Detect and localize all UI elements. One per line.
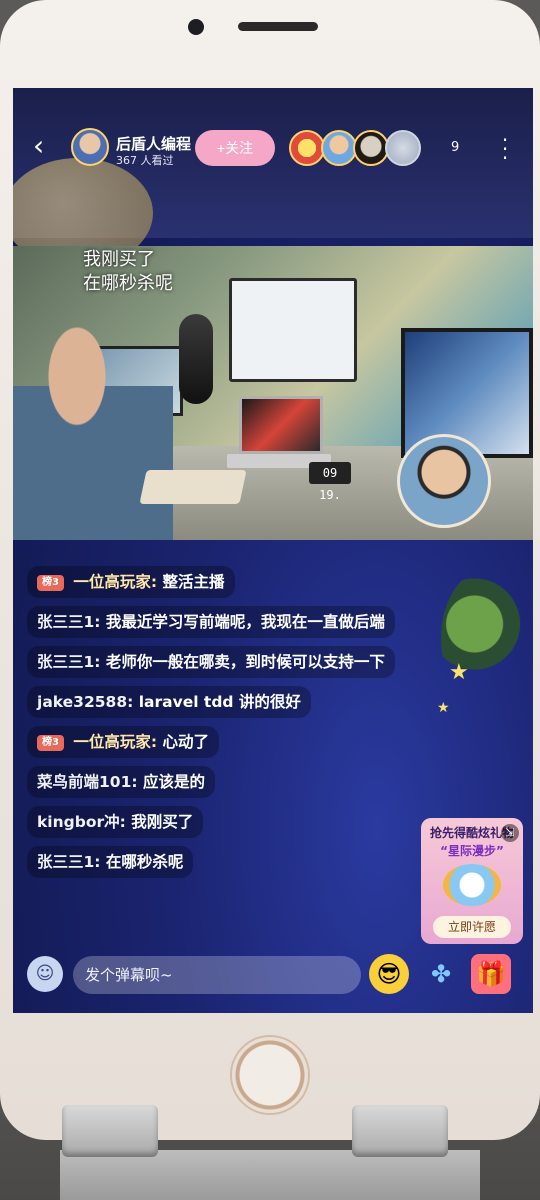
chat-text: 整活主播 <box>162 573 225 591</box>
chat-bubble: 榜3 一位高玩家: 心动了 <box>27 726 219 758</box>
fan-icon[interactable]: ✤ <box>421 954 461 994</box>
video-stream[interactable]: 09 19. 我刚买了 在哪秒杀呢 <box>13 246 533 540</box>
danmu-input[interactable] <box>73 956 361 994</box>
chat-text: 我刚买了 <box>131 813 194 831</box>
chat-username[interactable]: 张三三1: <box>37 853 100 871</box>
video-clock: 09 19. <box>309 462 351 502</box>
video-microphone <box>179 314 213 404</box>
live-stream-screen: ‹ 后盾人编程 367 人看过 +关注 9 · · · 09 19. 我刚买了 在哪… <box>13 88 533 1013</box>
star-decoration: ★ <box>449 660 469 685</box>
viewer-avatar[interactable] <box>289 130 325 166</box>
chat-text: 老师你一般在哪卖，到时候可以支持一下 <box>105 653 385 671</box>
chat-text: 应该是的 <box>142 773 205 791</box>
chat-username[interactable]: 张三三1: <box>37 613 100 631</box>
video-monitor-right <box>401 328 533 458</box>
video-monitor-main <box>229 278 357 382</box>
chat-bubble: 张三三1: 老师你一般在哪卖，到时候可以支持一下 <box>27 646 395 678</box>
chat-bubble: jake32588: laravel tdd 讲的很好 <box>27 686 311 718</box>
chat-list: 榜3 一位高玩家: 整活主播 张三三1: 我最近学习写前端呢，我现在一直做后端 … <box>27 566 423 886</box>
sunglasses-emoji-icon[interactable]: 😎 <box>369 954 409 994</box>
bottom-bar: ☺ 😎 ✤ 🎁 <box>13 948 533 1013</box>
follow-button[interactable]: +关注 <box>195 130 275 166</box>
host-viewer-count: 367 人看过 <box>116 154 174 167</box>
chat-message: jake32588: laravel tdd 讲的很好 <box>27 686 423 718</box>
rank-badge: 榜3 <box>37 575 64 591</box>
promo-card[interactable]: 抢先得酷炫礼物 “星际漫步” 立即许愿 ⇲ <box>421 818 523 944</box>
emoji-icon[interactable]: ☺ <box>27 956 63 992</box>
chat-message: kingbor冲: 我刚买了 <box>27 806 423 838</box>
phone-stand-base <box>60 1150 480 1200</box>
chat-message: 张三三1: 我最近学习写前端呢，我现在一直做后端 <box>27 606 423 638</box>
chat-message: 菜鸟前端101: 应该是的 <box>27 766 423 798</box>
host-name[interactable]: 后盾人编程 <box>116 133 191 154</box>
chat-message: 榜3 一位高玩家: 心动了 <box>27 726 423 758</box>
chat-bubble: 菜鸟前端101: 应该是的 <box>27 766 215 798</box>
chat-bubble: 张三三1: 在哪秒杀呢 <box>27 846 194 878</box>
gift-icon[interactable]: 🎁 <box>471 954 511 994</box>
planet-decoration <box>441 568 533 708</box>
viewer-avatar[interactable] <box>385 130 421 166</box>
video-laptop <box>239 396 323 454</box>
chat-username[interactable]: jake32588: <box>37 693 133 711</box>
phone-stand-clip <box>352 1105 448 1157</box>
chat-message: 榜3 一位高玩家: 整活主播 <box>27 566 423 598</box>
video-streamer <box>13 306 173 540</box>
more-vertical-icon[interactable]: · · · <box>501 130 509 168</box>
video-caption-line: 我刚买了 <box>83 249 155 270</box>
chat-username[interactable]: kingbor冲: <box>37 813 126 831</box>
chat-text: laravel tdd 讲的很好 <box>138 693 301 711</box>
chat-bubble: 榜3 一位高玩家: 整活主播 <box>27 566 235 598</box>
viewer-avatar[interactable] <box>353 130 389 166</box>
video-caption: 我刚买了 在哪秒杀呢 <box>83 248 173 296</box>
chat-text: 我最近学习写前端呢，我现在一直做后端 <box>105 613 385 631</box>
chat-message: 张三三1: 在哪秒杀呢 <box>27 846 423 878</box>
star-decoration: ★ <box>437 700 450 716</box>
chat-username[interactable]: 张三三1: <box>37 653 100 671</box>
promo-astronaut-icon <box>443 864 501 906</box>
make-wish-button[interactable]: 立即许愿 <box>433 916 511 938</box>
back-arrow-icon[interactable]: ‹ <box>33 132 57 160</box>
viewer-avatar[interactable] <box>321 130 357 166</box>
chat-bubble: kingbor冲: 我刚买了 <box>27 806 204 838</box>
host-avatar[interactable] <box>71 128 109 166</box>
chat-username[interactable]: 一位高玩家: <box>73 573 157 591</box>
picture-in-picture-camera[interactable] <box>397 434 491 528</box>
phone-frame: ‹ 后盾人编程 367 人看过 +关注 9 · · · 09 19. 我刚买了 在哪… <box>0 0 540 1140</box>
home-button[interactable] <box>230 1035 310 1115</box>
earpiece <box>238 22 318 31</box>
video-keyboard <box>139 470 247 504</box>
online-viewer-count[interactable]: 9 <box>451 140 459 155</box>
rank-badge: 榜3 <box>37 735 64 751</box>
phone-stand-clip <box>62 1105 158 1157</box>
front-camera <box>188 19 204 35</box>
promo-subtitle: “星际漫步” <box>440 844 504 858</box>
video-caption-line: 在哪秒杀呢 <box>83 273 173 294</box>
chat-username[interactable]: 菜鸟前端101: <box>37 773 138 791</box>
chat-text: 在哪秒杀呢 <box>105 853 184 871</box>
chat-username[interactable]: 一位高玩家: <box>73 733 157 751</box>
chat-bubble: 张三三1: 我最近学习写前端呢，我现在一直做后端 <box>27 606 395 638</box>
chat-text: 心动了 <box>162 733 209 751</box>
chat-message: 张三三1: 老师你一般在哪卖，到时候可以支持一下 <box>27 646 423 678</box>
minimize-icon[interactable]: ⇲ <box>501 824 519 842</box>
